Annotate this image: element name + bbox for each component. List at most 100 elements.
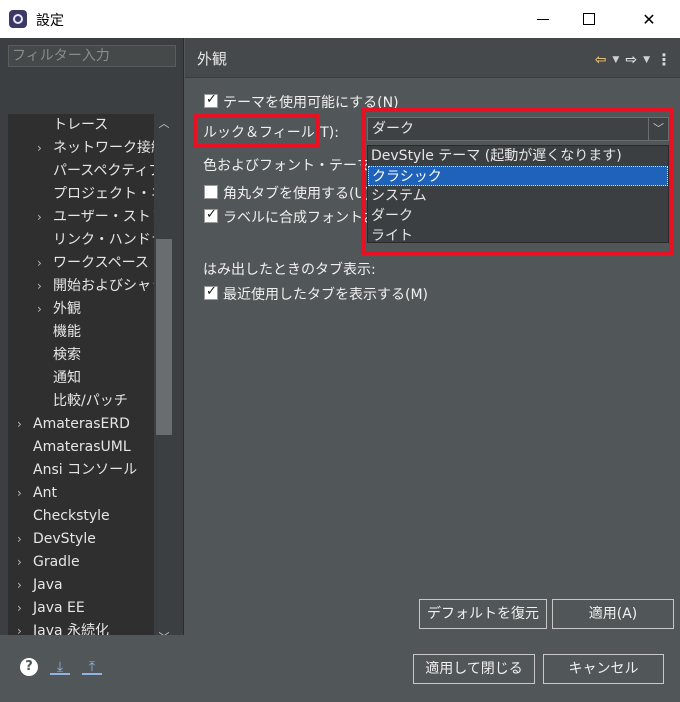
show-recent-tabs-checkbox[interactable] <box>204 284 218 300</box>
dropdown-option[interactable]: クラシック <box>368 166 668 186</box>
chevron-right-icon[interactable]: › <box>37 298 42 321</box>
look-and-feel-dropdown: DevStyle テーマ (起動が遅くなります) クラシック システム ダーク ライト <box>367 145 669 246</box>
restore-defaults-button[interactable]: デフォルトを復元(D) <box>419 599 547 650</box>
tree-item[interactable]: Ansi コンソール <box>33 459 137 482</box>
preferences-sidebar: フィルター入力 トレース › ネットワーク接続パースペクティブプロジェクト・ネーチャ… <box>0 38 184 670</box>
scroll-up-icon[interactable]: ︿ <box>154 116 174 132</box>
tree-item-label: リンク・ハンドラー <box>53 232 154 248</box>
close-icon: ✕ <box>642 9 656 29</box>
apply-button[interactable]: 適用(A) <box>552 599 674 629</box>
tree-item[interactable]: リンク・ハンドラー <box>53 229 154 252</box>
chevron-right-icon[interactable]: › <box>17 528 22 551</box>
minimize-button[interactable] <box>520 0 566 38</box>
tree-item-label: Ant <box>33 485 57 501</box>
rounded-tabs-label[interactable]: 角丸タブを使用する(U) <box>223 183 370 203</box>
chevron-right-icon[interactable]: › <box>37 137 42 160</box>
eclipse-app-icon <box>9 10 27 28</box>
tree-item[interactable]: 通知 <box>53 367 81 390</box>
enable-theme-checkbox[interactable] <box>204 92 218 108</box>
cancel-button[interactable]: キャンセル <box>543 654 664 684</box>
tree-item[interactable]: › AmaterasERD <box>17 413 130 436</box>
chevron-right-icon[interactable]: › <box>17 413 22 436</box>
tree-item[interactable]: AmaterasUML <box>33 436 131 459</box>
tree-item-label: Java <box>33 577 63 593</box>
tree-item-label: ワークスペース <box>53 255 149 271</box>
look-and-feel-value: ダーク <box>372 121 414 137</box>
rounded-tabs-checkbox[interactable] <box>204 185 218 199</box>
filter-input[interactable]: フィルター入力 <box>8 45 176 67</box>
chevron-down-icon[interactable]: ﹀ <box>648 118 668 140</box>
title-bar: 設定 ✕ <box>0 0 680 38</box>
tree-item-label: プロジェクト・ネーチャー <box>53 186 154 202</box>
tree-item[interactable]: 検索 <box>53 344 81 367</box>
dropdown-option[interactable]: システム <box>368 186 668 206</box>
look-and-feel-label: ルック＆フィール(T): <box>203 125 339 141</box>
tree-item[interactable]: › Ant <box>17 482 57 505</box>
tree-item-label: AmaterasERD <box>33 416 130 432</box>
tree-item[interactable]: › 外観 <box>37 298 81 321</box>
export-icon[interactable]: ⤒ <box>82 659 102 675</box>
tree-item-label: Checkstyle <box>33 508 110 524</box>
tree-item-label: 比較/パッチ <box>53 393 128 409</box>
tree-item-label: パースペクティブ <box>53 163 154 179</box>
import-icon[interactable]: ⤓ <box>50 659 70 675</box>
help-icon[interactable]: ? <box>20 658 38 676</box>
chevron-right-icon[interactable]: › <box>17 551 22 574</box>
tree-item-label: 機能 <box>53 324 81 340</box>
tree-item-label: DevStyle <box>33 531 96 547</box>
forward-arrow-icon[interactable]: ⇨ <box>625 52 637 68</box>
maximize-icon <box>583 13 595 25</box>
tree-item[interactable]: › Java <box>17 574 63 597</box>
tree-item-label: Gradle <box>33 554 80 570</box>
tree-item[interactable]: › ワークスペース <box>37 252 149 275</box>
tree-item[interactable]: 比較/パッチ <box>53 390 128 413</box>
chevron-right-icon[interactable]: › <box>17 482 22 505</box>
dialog-footer: ? ⤓ ⤒ 適用して閉じる キャンセル <box>0 635 680 702</box>
enable-theme-label[interactable]: テーマを使用可能にする(N) <box>223 92 399 112</box>
scroll-thumb[interactable] <box>156 239 172 435</box>
tab-overflow-heading: はみ出したときのタブ表示: <box>203 262 376 278</box>
close-button[interactable]: ✕ <box>626 0 672 38</box>
tree-item[interactable]: › Java EE <box>17 597 85 620</box>
chevron-right-icon[interactable]: › <box>37 206 42 229</box>
tree-item-label: ユーザー・ストレージ <box>53 209 154 225</box>
forward-history-menu-icon[interactable]: ▼ <box>643 55 650 65</box>
tree-item[interactable]: Checkstyle <box>33 505 110 528</box>
tree-vertical-scrollbar[interactable]: ︿ ﹀ <box>154 114 174 648</box>
tree-item-label: 通知 <box>53 370 81 386</box>
page-header: 外観 ⇦ ▼ ⇨ ▼ ⋮ <box>185 38 680 78</box>
preferences-tree: トレース › ネットワーク接続パースペクティブプロジェクト・ネーチャー › ユーザー・ス… <box>8 114 154 648</box>
apply-and-close-button[interactable]: 適用して閉じる <box>413 654 535 684</box>
look-and-feel-combo[interactable]: ダーク ﹀ <box>367 117 669 141</box>
dropdown-option[interactable]: ライト <box>368 226 668 246</box>
window-title: 設定 <box>36 13 64 29</box>
tree-item[interactable]: › 開始およびシャットダウン <box>37 275 154 298</box>
dropdown-option[interactable]: ダーク <box>368 206 668 226</box>
tree-item-label: 開始およびシャットダウン <box>53 278 154 294</box>
chevron-right-icon[interactable]: › <box>17 574 22 597</box>
back-arrow-icon[interactable]: ⇦ <box>595 52 607 68</box>
preference-page: 外観 ⇦ ▼ ⇨ ▼ ⋮ テーマを使用可能にする(N) ルック＆フィール(T):… <box>185 38 680 650</box>
tree-item[interactable]: プロジェクト・ネーチャー <box>53 183 154 206</box>
mixed-fonts-checkbox[interactable] <box>204 207 218 223</box>
view-menu-icon[interactable]: ⋮ <box>656 50 672 69</box>
minimize-icon <box>537 18 549 20</box>
tree-item-label: トレース <box>53 117 109 133</box>
chevron-right-icon[interactable]: › <box>37 252 42 275</box>
page-title: 外観 <box>197 50 228 68</box>
page-nav: ⇦ ▼ ⇨ ▼ ⋮ <box>595 50 672 69</box>
tree-item-label: Ansi コンソール <box>33 462 138 478</box>
tree-item[interactable]: › ネットワーク接続 <box>37 137 154 160</box>
tree-item[interactable]: パースペクティブ <box>53 160 154 183</box>
back-history-menu-icon[interactable]: ▼ <box>612 55 619 65</box>
chevron-right-icon[interactable]: › <box>17 597 22 620</box>
tree-item[interactable]: トレース <box>53 114 108 137</box>
chevron-right-icon[interactable]: › <box>37 275 42 298</box>
tree-item[interactable]: › ユーザー・ストレージ <box>37 206 154 229</box>
maximize-button[interactable] <box>566 0 612 38</box>
tree-item[interactable]: › DevStyle <box>17 528 96 551</box>
tree-item[interactable]: › Gradle <box>17 551 80 574</box>
show-recent-tabs-label[interactable]: 最近使用したタブを表示する(M) <box>223 284 428 304</box>
tree-item[interactable]: 機能 <box>53 321 81 344</box>
dropdown-option[interactable]: DevStyle テーマ (起動が遅くなります) <box>368 146 668 166</box>
